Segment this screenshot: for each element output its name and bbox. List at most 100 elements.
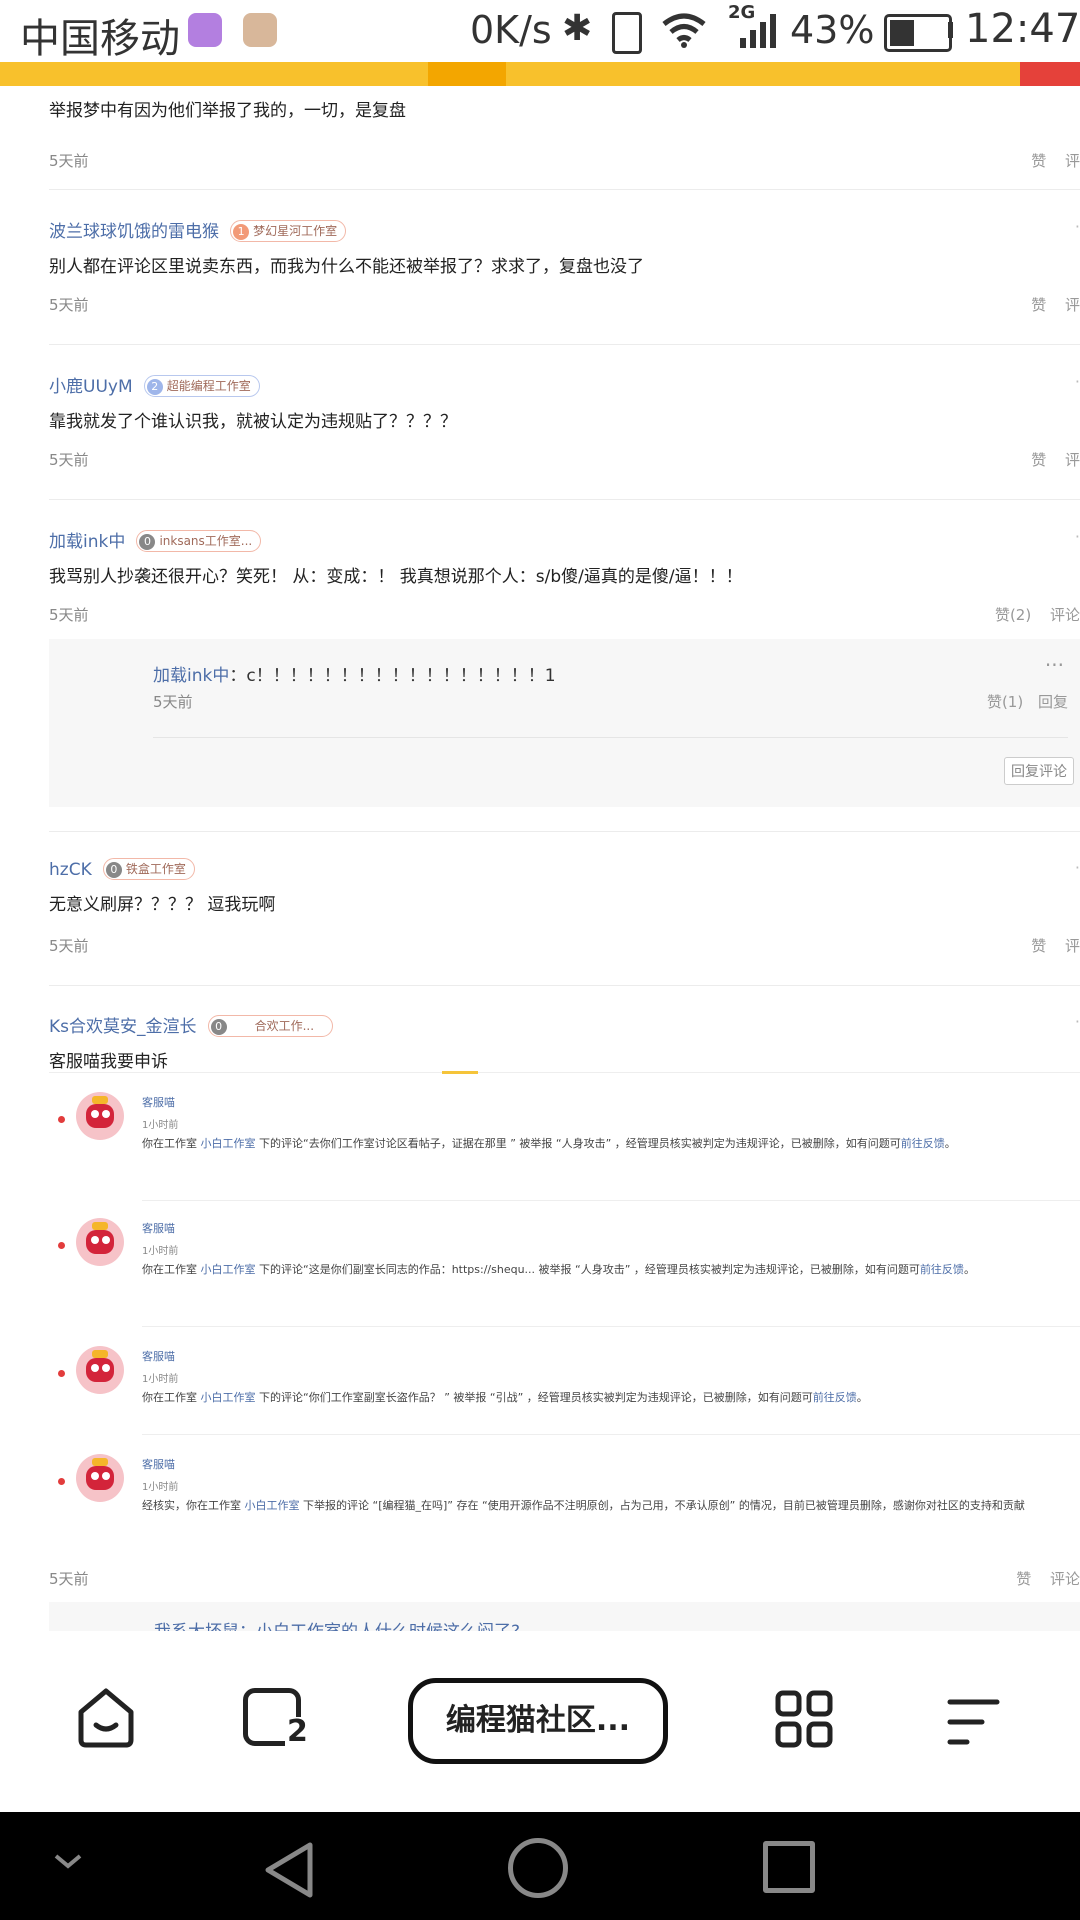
more-icon[interactable]: · (1075, 527, 1080, 546)
notification-item: 客服喵 1小时前 经核实，你在工作室 小白工作室 下举报的评论 “[编程猫_在吗… (0, 1454, 1080, 1554)
reply-thread: 加载ink中：c！！！！！！！！！！！！！！！！！1 ··· 5天前 赞(1) … (49, 639, 1080, 807)
comment-item: 小鹿UUyM 2 超能编程工作室 · 靠我就发了个谁认识我，就被认定为违规贴了？？… (49, 372, 1080, 472)
comment-username[interactable]: 波兰球球饥饿的雷电猴 (49, 222, 219, 242)
reply-comment-button[interactable]: 回复评论 (1004, 757, 1074, 785)
wifi-icon (662, 13, 706, 48)
comment-actions: 赞 评 (1017, 935, 1080, 956)
more-icon[interactable]: · (1075, 372, 1080, 391)
page-title-button[interactable]: 编程猫社区... (408, 1678, 668, 1764)
more-icon[interactable]: · (1075, 858, 1080, 877)
tab-count: 2 (285, 1714, 310, 1749)
more-icon[interactable]: · (1075, 217, 1080, 236)
reply-text: ：c！！！！！！！！！！！！！！！！！1 (229, 666, 556, 686)
clock: 12:47 (965, 6, 1080, 52)
recents-icon[interactable] (763, 1841, 815, 1893)
avatar (76, 1092, 124, 1140)
shop-app-icon (243, 13, 277, 47)
comment-item: 波兰球球饥饿的雷电猴 1 梦幻星河工作室 · 别人都在评论区里说卖东西，而我为什么… (49, 217, 1080, 317)
menu-icon[interactable] (942, 1697, 1002, 1747)
like-button[interactable]: 赞(1) (987, 693, 1023, 711)
studio-badge[interactable]: 2 超能编程工作室 (143, 375, 260, 397)
like-button[interactable]: 赞 (1031, 937, 1046, 955)
notification-text: 你在工作室 小白工作室 下的评论“这是你们副室长同志的作品：https://sh… (142, 1263, 975, 1276)
notification-item: 客服喵 1小时前 你在工作室 小白工作室 下的评论“去你们工作室讨论区看帖子，证… (0, 1092, 1080, 1212)
comment-item: Ks合欢莫安_金渲长 0 合欢工作... · 客服喵我要申诉 (49, 1012, 1080, 1072)
reply-button[interactable]: 评 (1065, 451, 1080, 469)
comment-username[interactable]: 小鹿UUyM (49, 377, 133, 397)
comment-text: 靠我就发了个谁认识我，就被认定为违规贴了？？？？ (49, 412, 457, 432)
comment-username[interactable]: Ks合欢莫安_金渲长 (49, 1017, 197, 1037)
system-nav-bar (0, 1812, 1080, 1920)
chevron-down-icon[interactable] (52, 1850, 84, 1872)
reply-button[interactable]: 评论 (1050, 606, 1080, 624)
like-button[interactable]: 赞 (1031, 296, 1046, 314)
status-bar: 中国移动 0K/s ✱ 2G 43% 12:47 (0, 0, 1080, 62)
studio-badge[interactable]: 0 合欢工作... (207, 1015, 334, 1037)
comment-text: 我骂别人抄袭还很开心？笑死！ 从：变成：！ 我真想说那个人：s/b傻/逼真的是傻… (49, 567, 743, 587)
like-button[interactable]: 赞(2) (995, 606, 1031, 624)
like-button[interactable]: 赞 (1031, 451, 1046, 469)
comment-actions: 赞 评 (1017, 294, 1080, 315)
notification-text: 经核实，你在工作室 小白工作室 下举报的评论 “[编程猫_在吗]” 存在 “使用… (142, 1499, 1025, 1512)
avatar (76, 1218, 124, 1266)
battery-icon (884, 14, 952, 52)
carrier-name: 中国移动 (20, 16, 180, 62)
comment-username[interactable]: hzCK (49, 860, 92, 880)
notification-sender: 客服喵 (142, 1458, 175, 1471)
home-nav-icon[interactable] (508, 1838, 568, 1898)
like-button[interactable]: 赞 (1031, 152, 1046, 170)
comment-item: 加载ink中 0 inksans工作室... · 我骂别人抄袭还很开心？笑死！ 从… (49, 527, 1080, 627)
unread-dot (58, 1116, 65, 1123)
studio-badge[interactable]: 1 梦幻星河工作室 (230, 220, 347, 242)
more-icon[interactable]: · (1075, 1012, 1080, 1031)
comment-footer: 5天前 赞 评论 (49, 1568, 1080, 1592)
divider (49, 985, 1080, 986)
studio-badge[interactable]: 0 inksans工作室... (136, 530, 262, 552)
comment-time: 5天前 (49, 606, 89, 624)
reply-username[interactable]: 加载ink中 (153, 666, 229, 686)
notification-text: 你在工作室 小白工作室 下的评论“去你们工作室讨论区看帖子，证据在那里 ” 被举… (142, 1137, 956, 1150)
reply-button[interactable]: 回复 (1038, 693, 1068, 711)
browser-bottom-bar: 2 编程猫社区... (0, 1631, 1080, 1812)
comment-time: 5天前 (49, 296, 89, 314)
comment-actions: 赞 评论 (1002, 1568, 1080, 1589)
notification-text: 你在工作室 小白工作室 下的评论“你们工作室副室长盗作品？ ” 被举报 “引战”… (142, 1391, 868, 1404)
comment-item: 举报梦中有因为他们举报了我的，一切，是复盘 5天前 赞 评 (49, 96, 1080, 170)
unread-dot (58, 1478, 65, 1485)
divider (49, 189, 1080, 190)
comment-list: 举报梦中有因为他们举报了我的，一切，是复盘 5天前 赞 评 波兰球球饥饿的雷电猴… (0, 86, 1080, 1631)
notification-time: 1小时前 (142, 1482, 179, 1493)
back-icon[interactable] (262, 1840, 318, 1900)
avatar (76, 1346, 124, 1394)
divider (49, 831, 1080, 832)
signal-icon (740, 14, 776, 48)
comment-username[interactable]: 加载ink中 (49, 532, 125, 552)
reply-button[interactable]: 评 (1065, 296, 1080, 314)
reply-button[interactable]: 评论 (1050, 1570, 1080, 1588)
gallery-app-icon (188, 13, 222, 47)
notification-time: 1小时前 (142, 1120, 179, 1131)
reply-button[interactable]: 评 (1065, 937, 1080, 955)
notification-item: 客服喵 1小时前 你在工作室 小白工作室 下的评论“这是你们副室长同志的作品：h… (0, 1218, 1080, 1338)
home-icon[interactable] (75, 1686, 137, 1750)
comment-actions: 赞(2) 评论 (981, 604, 1080, 625)
net-speed: 0K/s (470, 8, 552, 52)
comment-time: 5天前 (49, 152, 89, 170)
bluetooth-icon: ✱ (562, 8, 593, 49)
avatar (76, 1454, 124, 1502)
like-button[interactable]: 赞 (1016, 1570, 1031, 1588)
comment-actions: 赞 评 (1017, 449, 1080, 470)
apps-grid-icon[interactable] (775, 1690, 833, 1748)
studio-badge[interactable]: 0 铁盒工作室 (102, 858, 195, 880)
notification-time: 1小时前 (142, 1246, 179, 1257)
reply-button[interactable]: 评 (1065, 152, 1080, 170)
reply-actions: 赞(1) 回复 (977, 691, 1068, 712)
battery-percent: 43% (790, 8, 875, 52)
more-icon[interactable]: ··· (1045, 653, 1064, 677)
reply-time: 5天前 (153, 693, 193, 711)
comment-text: 举报梦中有因为他们举报了我的，一切，是复盘 (49, 101, 406, 121)
notification-sender: 客服喵 (142, 1096, 175, 1109)
notification-time: 1小时前 (142, 1374, 179, 1385)
divider (49, 499, 1080, 500)
comment-actions: 赞 评 (1017, 150, 1080, 171)
